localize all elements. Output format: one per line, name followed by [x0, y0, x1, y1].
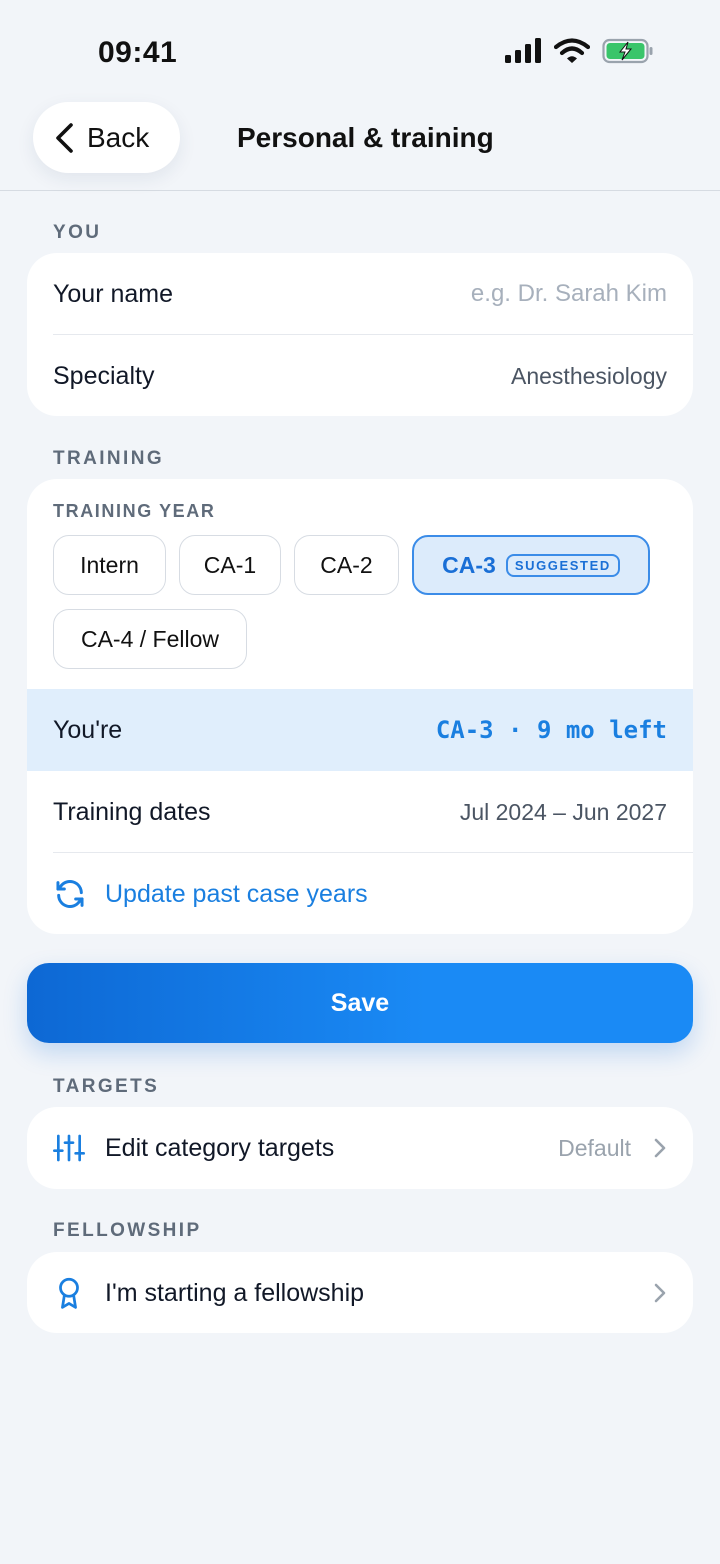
chevron-left-icon	[56, 122, 73, 153]
fellowship-row[interactable]: I'm starting a fellowship	[27, 1252, 693, 1333]
chip-ca-4-fellow[interactable]: CA-4 / Fellow	[53, 609, 247, 669]
name-row[interactable]: Your name e.g. Dr. Sarah Kim	[27, 253, 693, 335]
status-bar: 09:41	[0, 0, 720, 100]
sliders-icon	[53, 1134, 85, 1162]
battery-charging-icon	[602, 38, 653, 64]
chevron-right-icon	[654, 1283, 666, 1303]
signal-icon	[505, 38, 541, 63]
back-label: Back	[87, 121, 150, 153]
section-label-training: TRAINING	[53, 448, 165, 469]
fellowship-card: I'm starting a fellowship	[27, 1252, 693, 1333]
status-value: CA-3 · 9 mo left	[435, 716, 667, 744]
fellowship-label: I'm starting a fellowship	[105, 1278, 365, 1307]
chip-ca-2[interactable]: CA-2	[294, 535, 399, 595]
wifi-icon	[554, 38, 590, 63]
specialty-value: Anesthesiology	[511, 362, 667, 389]
edit-targets-row[interactable]: Edit category targets Default	[27, 1107, 693, 1189]
save-button[interactable]: Save	[27, 963, 693, 1043]
back-button[interactable]: Back	[33, 102, 180, 173]
name-input[interactable]: e.g. Dr. Sarah Kim	[471, 280, 667, 308]
status-label: You're	[53, 715, 123, 744]
nav-header: Back Personal & training	[0, 100, 720, 191]
training-dates-value: Jul 2024 – Jun 2027	[459, 798, 667, 825]
status-icons	[504, 38, 654, 64]
training-year-label: TRAINING YEAR	[53, 501, 216, 521]
chevron-right-icon	[654, 1138, 666, 1158]
page-title: Personal & training	[237, 122, 494, 153]
chip-ca-3[interactable]: CA-3 SUGGESTED	[412, 535, 650, 595]
section-label-fellowship: FELLOWSHIP	[53, 1220, 202, 1241]
name-label: Your name	[53, 279, 173, 308]
specialty-label: Specialty	[53, 361, 155, 390]
update-past-years-link[interactable]: Update past case years	[27, 853, 693, 934]
status-time: 09:41	[98, 36, 178, 69]
section-label-you: YOU	[53, 222, 102, 243]
training-dates-label: Training dates	[53, 797, 211, 826]
chip-ca-1[interactable]: CA-1	[179, 535, 281, 595]
chip-intern[interactable]: Intern	[53, 535, 166, 595]
update-past-years-label: Update past case years	[105, 879, 368, 908]
edit-targets-label: Edit category targets	[105, 1133, 335, 1162]
training-card: TRAINING YEAR Intern CA-1 CA-2 CA-3 SUGG…	[27, 479, 693, 934]
suggested-badge: SUGGESTED	[505, 553, 620, 577]
you-card: Your name e.g. Dr. Sarah Kim Specialty A…	[27, 253, 693, 416]
refresh-icon	[56, 880, 84, 908]
specialty-row[interactable]: Specialty Anesthesiology	[27, 335, 693, 416]
targets-card: Edit category targets Default	[27, 1107, 693, 1189]
training-dates-row[interactable]: Training dates Jul 2024 – Jun 2027	[27, 771, 693, 853]
section-label-targets: TARGETS	[53, 1076, 160, 1097]
targets-value: Default	[558, 1134, 631, 1161]
chip-ca-3-label: CA-3	[442, 551, 496, 578]
status-row: You're CA-3 · 9 mo left	[27, 689, 693, 771]
award-icon	[59, 1277, 79, 1309]
